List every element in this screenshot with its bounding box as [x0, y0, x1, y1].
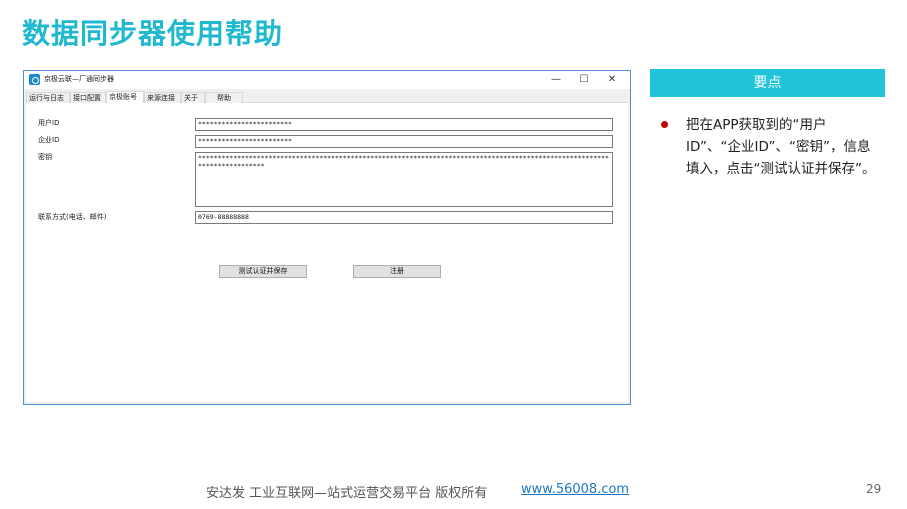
- company-id-label: 企业ID: [38, 136, 60, 144]
- app-icon: [29, 74, 40, 85]
- key-points-text: 把在APP获取到的“用户ID”、“企业ID”、“密钥”，信息填入，点击“测试认证…: [686, 117, 876, 177]
- key-points-header: 要点: [650, 69, 885, 97]
- tab-interface-config[interactable]: 接口配置: [70, 92, 106, 103]
- company-id-field[interactable]: ************************: [195, 135, 613, 148]
- window-titlebar[interactable]: 京极云联—厂通同步器 — ☐ ✕: [24, 71, 630, 89]
- contact-field[interactable]: 0769-88888888: [195, 211, 613, 224]
- window-title: 京极云联—厂通同步器: [44, 75, 114, 83]
- user-id-field[interactable]: ************************: [195, 118, 613, 131]
- page-number: 29: [866, 482, 882, 496]
- bullet-icon: [661, 121, 668, 128]
- footer-website-link[interactable]: www.56008.com: [521, 482, 629, 497]
- test-save-button[interactable]: 测试认证并保存: [219, 265, 307, 278]
- secret-label: 密钥: [38, 153, 52, 161]
- contact-label: 联系方式(电话、邮件): [38, 213, 107, 221]
- app-window: 京极云联—厂通同步器 — ☐ ✕ 运行与日志 接口配置 京极账号 来源连接 关于…: [23, 70, 631, 405]
- tab-run-log[interactable]: 运行与日志: [26, 92, 70, 103]
- maximize-button[interactable]: ☐: [570, 72, 598, 88]
- slide-title: 数据同步器使用帮助: [22, 17, 284, 50]
- account-panel: 用户ID ************************ 企业ID *****…: [26, 103, 628, 402]
- tab-source-connection[interactable]: 来源连接: [144, 92, 181, 103]
- tab-help[interactable]: 帮助: [205, 92, 243, 103]
- close-button[interactable]: ✕: [598, 72, 626, 88]
- register-button[interactable]: 注册: [353, 265, 441, 278]
- footer-company: 安达发 工业互联网—站式运营交易平台 版权所有: [206, 486, 488, 501]
- tab-bar: 运行与日志 接口配置 京极账号 来源连接 关于 帮助: [26, 91, 628, 104]
- secret-field[interactable]: ****************************************…: [195, 152, 613, 207]
- tab-about[interactable]: 关于: [181, 92, 205, 103]
- user-id-label: 用户ID: [38, 119, 60, 127]
- minimize-button[interactable]: —: [542, 72, 570, 88]
